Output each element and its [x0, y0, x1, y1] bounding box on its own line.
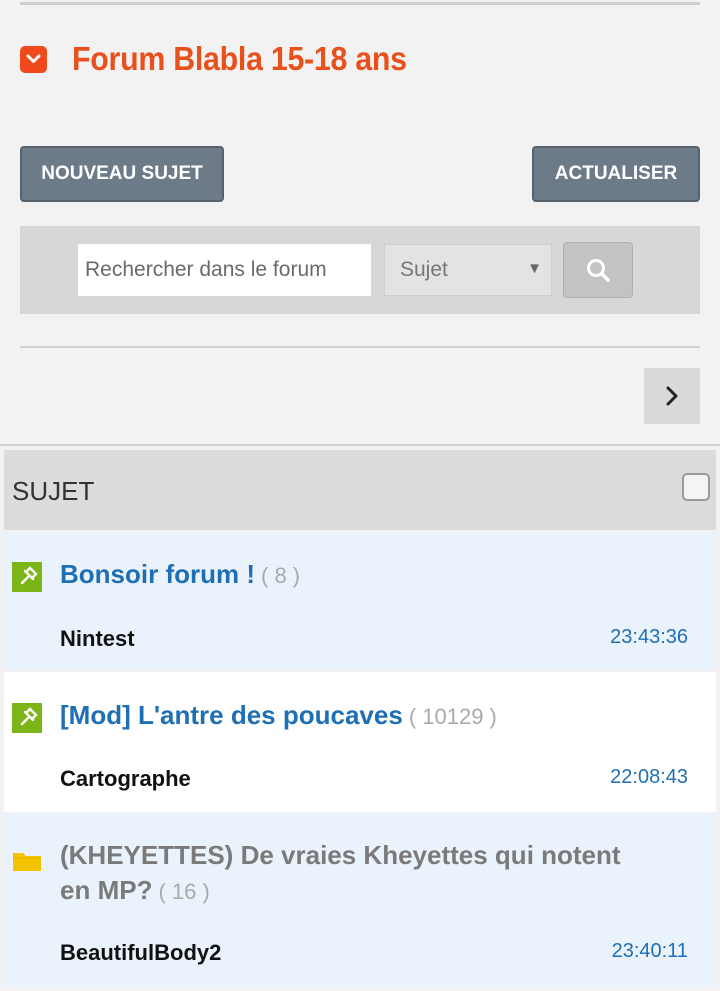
topic-title[interactable]: [Mod] L'antre des poucaves( 10129 )	[60, 698, 497, 734]
divider	[20, 346, 700, 348]
topic-title[interactable]: (KHEYETTES) De vraies Kheyettes qui note…	[60, 838, 621, 909]
search-bar: Sujet ▼	[20, 226, 700, 314]
next-page-button[interactable]	[644, 368, 700, 424]
search-scope-value: Sujet	[400, 258, 448, 281]
topic-list-header: SUJET	[4, 450, 716, 530]
page-title: Forum Blabla 15-18 ans	[72, 40, 407, 77]
chevron-right-icon	[666, 386, 678, 406]
select-all-checkbox[interactable]	[682, 473, 710, 501]
folder-icon	[13, 853, 41, 871]
new-topic-button[interactable]: NOUVEAU SUJET	[20, 146, 224, 202]
divider	[0, 444, 720, 446]
topic-row[interactable]: [Mod] L'antre des poucaves( 10129 ) Cart…	[4, 672, 716, 812]
pin-icon	[12, 562, 42, 592]
topic-author[interactable]: Nintest	[60, 626, 135, 652]
topic-time: 22:08:43	[610, 766, 688, 788]
search-input[interactable]	[78, 244, 371, 296]
reply-count: ( 10129 )	[408, 704, 497, 729]
column-header-subject: SUJET	[12, 476, 95, 506]
top-divider	[20, 2, 700, 5]
search-scope-select[interactable]: Sujet ▼	[384, 244, 552, 296]
topic-time: 23:43:36	[610, 626, 688, 648]
topic-title[interactable]: Bonsoir forum !( 8 )	[60, 557, 300, 593]
topic-author[interactable]: BeautifulBody2	[60, 940, 221, 966]
pin-icon	[12, 703, 42, 733]
reply-count: ( 16 )	[158, 879, 210, 904]
topic-row[interactable]: Bonsoir forum !( 8 ) Nintest 23:43:36	[4, 532, 716, 670]
forum-header: Forum Blabla 15-18 ans	[20, 36, 436, 82]
topic-row[interactable]: (KHEYETTES) De vraies Kheyettes qui note…	[4, 814, 716, 986]
search-icon	[587, 259, 610, 282]
topic-time: 23:40:11	[611, 940, 688, 962]
refresh-button[interactable]: ACTUALISER	[532, 146, 700, 202]
search-button[interactable]	[563, 242, 633, 298]
reply-count: ( 8 )	[261, 563, 301, 588]
dropdown-arrow-icon: ▼	[527, 260, 542, 277]
chevron-down-icon[interactable]	[20, 45, 47, 73]
topic-author[interactable]: Cartographe	[60, 766, 191, 792]
